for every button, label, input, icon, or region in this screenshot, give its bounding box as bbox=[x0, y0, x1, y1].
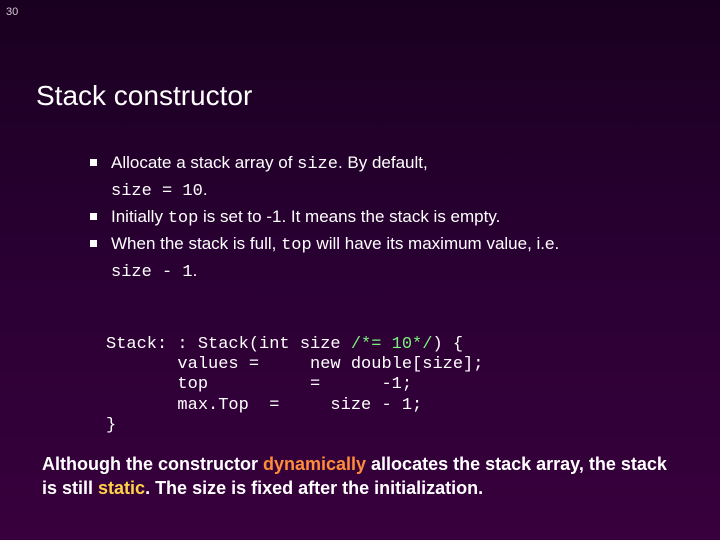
bullet-icon bbox=[90, 213, 97, 220]
code-line: max.Top = size - 1; bbox=[106, 396, 422, 415]
code-inline: size bbox=[297, 155, 338, 174]
bullet-list: Allocate a stack array of size. By defau… bbox=[90, 152, 644, 285]
bullet-item: Initially top is set to -1. It means the… bbox=[90, 206, 644, 231]
text: . bbox=[203, 180, 208, 199]
bullet-text: Initially top is set to -1. It means the… bbox=[111, 206, 644, 231]
slide-content: Stack constructor Allocate a stack array… bbox=[0, 0, 720, 437]
bullet-text: When the stack is full, top will have it… bbox=[111, 233, 644, 258]
text: Allocate a stack array of bbox=[111, 153, 297, 172]
code-comment: /*= 10*/ bbox=[351, 335, 433, 354]
code-line: Stack: : Stack(int size /*= 10*/) { bbox=[106, 335, 463, 354]
text: Stack: : Stack(int size bbox=[106, 335, 351, 354]
bullet-icon bbox=[90, 159, 97, 166]
slide-number: 30 bbox=[6, 6, 18, 18]
bullet-item: Allocate a stack array of size. By defau… bbox=[90, 152, 644, 177]
bullet-text: Allocate a stack array of size. By defau… bbox=[111, 152, 644, 177]
bullet-continuation: size = 10. bbox=[111, 179, 644, 204]
code-line: values = new double[size]; bbox=[106, 355, 483, 374]
code-line: top = -1; bbox=[106, 375, 412, 394]
text: will have its maximum value, i.e. bbox=[312, 234, 560, 253]
bullet-icon bbox=[90, 240, 97, 247]
code-inline: size - 1 bbox=[111, 263, 193, 282]
code-line: } bbox=[106, 416, 116, 435]
highlight-static: static bbox=[98, 478, 145, 498]
text: When the stack is full, bbox=[111, 234, 281, 253]
bullet-item: When the stack is full, top will have it… bbox=[90, 233, 644, 258]
highlight-dynamically: dynamically bbox=[263, 454, 366, 474]
code-block: Stack: : Stack(int size /*= 10*/) { valu… bbox=[106, 335, 684, 437]
slide-title: Stack constructor bbox=[36, 80, 684, 112]
text: . By default, bbox=[338, 153, 428, 172]
text: . bbox=[193, 261, 198, 280]
code-inline: size = 10 bbox=[111, 182, 203, 201]
text: Although the constructor bbox=[42, 454, 263, 474]
code-inline: top bbox=[168, 209, 199, 228]
bullet-continuation: size - 1. bbox=[111, 260, 644, 285]
text: Initially bbox=[111, 207, 168, 226]
text: . The size is fixed after the initializa… bbox=[145, 478, 483, 498]
text: ) { bbox=[432, 335, 463, 354]
text: is set to -1. It means the stack is empt… bbox=[198, 207, 500, 226]
footer-note: Although the constructor dynamically all… bbox=[42, 453, 678, 500]
code-inline: top bbox=[281, 236, 312, 255]
